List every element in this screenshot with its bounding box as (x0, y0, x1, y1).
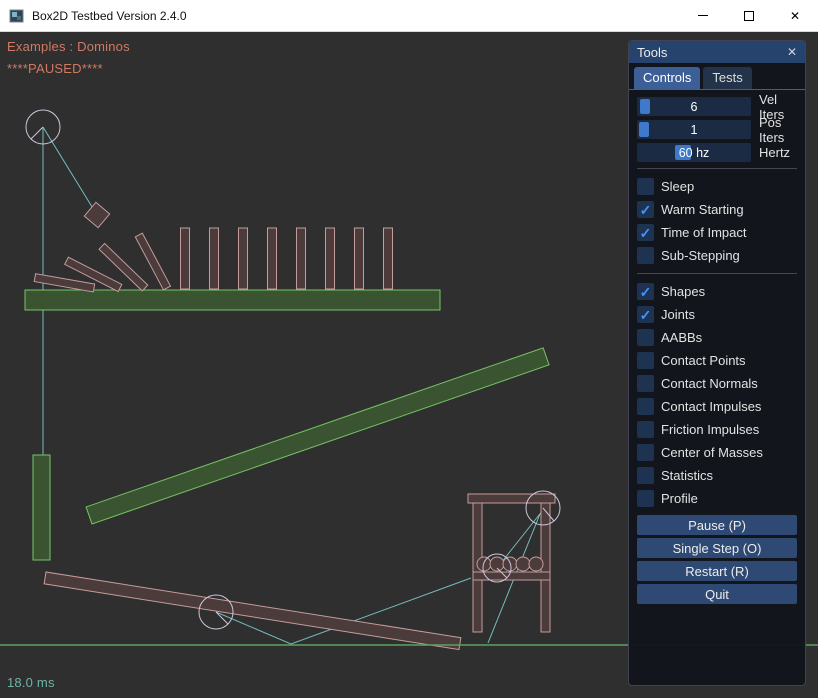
example-label: Examples : Dominos (7, 39, 130, 54)
checkbox-time-of-impact[interactable]: ✓ Time of Impact (637, 221, 797, 244)
slider-row-hertz: 60 hz Hertz (637, 143, 797, 162)
close-icon: ✕ (790, 10, 800, 22)
checkbox-box: ✓ (637, 283, 654, 300)
minimize-button[interactable] (680, 0, 726, 32)
vel-iters-slider[interactable]: 6 (637, 97, 751, 116)
checkbox-box: ✓ (637, 375, 654, 392)
slider-value: 60 hz (637, 143, 751, 162)
checkbox-box: ✓ (637, 352, 654, 369)
tools-buttons: Pause (P) Single Step (O) Restart (R) Qu… (637, 515, 797, 604)
app-icon (9, 8, 25, 24)
checkmark-icon: ✓ (640, 226, 652, 240)
minimize-icon (698, 15, 708, 16)
pause-button[interactable]: Pause (P) (637, 515, 797, 535)
checkbox-box: ✓ (637, 247, 654, 264)
checkbox-label: Shapes (661, 284, 705, 299)
restart-button[interactable]: Restart (R) (637, 561, 797, 581)
checkbox-label: Contact Impulses (661, 399, 761, 414)
quit-button[interactable]: Quit (637, 584, 797, 604)
checkbox-label: Profile (661, 491, 698, 506)
app-window: Box2D Testbed Version 2.4.0 ✕ (0, 0, 818, 698)
slider-value: 6 (637, 97, 751, 116)
simulation-canvas[interactable]: Examples : Dominos ****PAUSED**** 18.0 m… (0, 32, 818, 698)
checkbox-warm-starting[interactable]: ✓ Warm Starting (637, 198, 797, 221)
slider-row-pos-iters: 1 Pos Iters (637, 120, 797, 139)
checkbox-joints[interactable]: ✓ Joints (637, 303, 797, 326)
tools-panel-title: Tools (637, 45, 667, 60)
checkbox-box: ✓ (637, 444, 654, 461)
window-controls: ✕ (680, 0, 818, 32)
checkmark-icon: ✓ (640, 308, 652, 322)
tools-tabbar: Controls Tests (629, 63, 805, 90)
checkbox-box: ✓ (637, 178, 654, 195)
maximize-button[interactable] (726, 0, 772, 32)
slider-label: Pos Iters (759, 115, 797, 145)
slider-row-vel-iters: 6 Vel Iters (637, 97, 797, 116)
maximize-icon (744, 11, 754, 21)
hertz-slider[interactable]: 60 hz (637, 143, 751, 162)
checkbox-contact-points[interactable]: ✓ Contact Points (637, 349, 797, 372)
pendulum[interactable] (26, 110, 110, 228)
ramp-plank[interactable] (44, 572, 461, 650)
checkbox-label: Center of Masses (661, 445, 763, 460)
tools-panel-content: 6 Vel Iters 1 Pos Iters 60 hz (629, 90, 805, 604)
frame-time-label: 18.0 ms (7, 675, 55, 690)
checkbox-box: ✓ (637, 490, 654, 507)
tools-panel: Tools ✕ Controls Tests 6 Vel Iters (628, 40, 806, 686)
checkbox-box: ✓ (637, 421, 654, 438)
checkbox-box: ✓ (637, 201, 654, 218)
checkmark-icon: ✓ (640, 203, 652, 217)
checkbox-sub-stepping[interactable]: ✓ Sub-Stepping (637, 244, 797, 267)
separator (637, 273, 797, 274)
tab-controls[interactable]: Controls (634, 67, 700, 89)
checkbox-label: Sub-Stepping (661, 248, 740, 263)
checkbox-statistics[interactable]: ✓ Statistics (637, 464, 797, 487)
checkbox-label: Time of Impact (661, 225, 746, 240)
paused-label: ****PAUSED**** (7, 61, 103, 76)
titlebar: Box2D Testbed Version 2.4.0 ✕ (0, 0, 818, 32)
single-step-button[interactable]: Single Step (O) (637, 538, 797, 558)
checkbox-label: Contact Normals (661, 376, 758, 391)
tools-panel-titlebar[interactable]: Tools ✕ (629, 41, 805, 63)
checkbox-label: Friction Impulses (661, 422, 759, 437)
checkbox-profile[interactable]: ✓ Profile (637, 487, 797, 510)
pos-iters-slider[interactable]: 1 (637, 120, 751, 139)
checkbox-label: AABBs (661, 330, 702, 345)
checkbox-contact-impulses[interactable]: ✓ Contact Impulses (637, 395, 797, 418)
checkbox-box: ✓ (637, 467, 654, 484)
checkbox-box: ✓ (637, 224, 654, 241)
checkbox-label: Warm Starting (661, 202, 744, 217)
checkbox-friction-impulses[interactable]: ✓ Friction Impulses (637, 418, 797, 441)
tools-panel-close-icon[interactable]: ✕ (787, 45, 797, 59)
slider-label: Hertz (759, 145, 790, 160)
checkbox-label: Contact Points (661, 353, 746, 368)
checkbox-box: ✓ (637, 329, 654, 346)
window-title: Box2D Testbed Version 2.4.0 (32, 9, 187, 23)
checkbox-box: ✓ (637, 398, 654, 415)
checkbox-contact-normals[interactable]: ✓ Contact Normals (637, 372, 797, 395)
separator (637, 168, 797, 169)
checkbox-aabbs[interactable]: ✓ AABBs (637, 326, 797, 349)
checkbox-box: ✓ (637, 306, 654, 323)
tall-green-box (33, 455, 50, 560)
tab-tests[interactable]: Tests (703, 67, 751, 89)
close-button[interactable]: ✕ (772, 0, 818, 32)
checkbox-label: Statistics (661, 468, 713, 483)
slider-value: 1 (637, 120, 751, 139)
checkbox-label: Sleep (661, 179, 694, 194)
checkbox-center-of-masses[interactable]: ✓ Center of Masses (637, 441, 797, 464)
domino-platform (25, 290, 440, 310)
checkbox-label: Joints (661, 307, 695, 322)
checkbox-shapes[interactable]: ✓ Shapes (637, 280, 797, 303)
checkmark-icon: ✓ (640, 285, 652, 299)
checkbox-sleep[interactable]: ✓ Sleep (637, 175, 797, 198)
dominoes[interactable] (34, 228, 392, 292)
